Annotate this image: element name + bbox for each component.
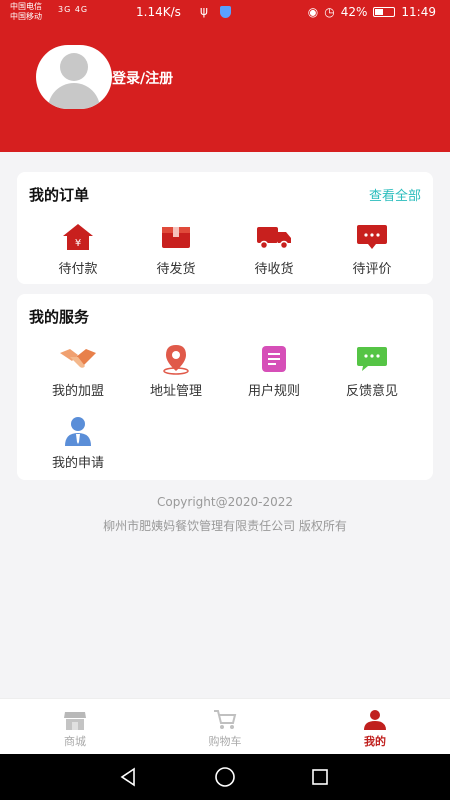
svg-text:¥: ¥ — [75, 238, 81, 249]
avatar-head — [60, 53, 88, 81]
system-nav-bar — [0, 754, 450, 800]
service-feedback[interactable]: 反馈意见 — [322, 342, 422, 399]
service-my-franchise[interactable]: 我的加盟 — [28, 342, 128, 399]
service-my-applications[interactable]: 我的申请 — [28, 414, 128, 471]
profile-header: 登录/注册 — [0, 26, 450, 152]
recents-square-icon — [312, 769, 328, 785]
order-pending-payment[interactable]: ¥ 待付款 — [28, 220, 128, 277]
network-type: 3G 4G — [58, 5, 89, 14]
orders-title: 我的订单 — [29, 186, 90, 204]
service-user-rules[interactable]: 用户规则 — [224, 342, 324, 399]
truck-icon — [257, 227, 291, 250]
package-icon — [162, 227, 190, 248]
tab-profile[interactable]: 我的 — [300, 699, 450, 755]
service-user-rules-label: 用户规则 — [247, 384, 300, 399]
order-pending-receipt-label: 待收货 — [254, 262, 294, 277]
shield-icon — [220, 6, 231, 18]
handshake-icon — [60, 349, 96, 368]
profile-icon — [364, 710, 386, 730]
user-icon — [65, 417, 91, 446]
company-text: 柳州市肥姨妈餐饮管理有限责任公司 版权所有 — [103, 519, 347, 533]
battery-percent: 42% — [340, 5, 368, 19]
copyright-text: Copyright@2020-2022 — [156, 495, 294, 509]
house-yen-icon: ¥ — [63, 224, 93, 250]
chat-bubble-icon — [357, 347, 387, 371]
carrier-2: 中国移动 — [10, 12, 42, 21]
login-register-link[interactable]: 登录/注册 — [112, 68, 173, 88]
view-all-orders-link[interactable]: 查看全部 — [369, 185, 421, 204]
order-pending-review[interactable]: 待评价 — [322, 220, 422, 277]
clock: 11:49 — [401, 5, 436, 19]
location-pin-icon — [163, 345, 189, 375]
cart-icon — [214, 710, 237, 729]
carrier-1: 中国电信 — [10, 2, 42, 11]
tab-store-label: 商城 — [64, 735, 86, 748]
service-my-franchise-label: 我的加盟 — [51, 384, 104, 399]
eye-icon: ◉ — [307, 5, 319, 19]
comment-icon — [357, 225, 387, 249]
battery-icon — [373, 7, 396, 17]
network-speed: 1.14K/s — [136, 5, 181, 19]
order-pending-review-label: 待评价 — [352, 262, 392, 277]
tab-cart[interactable]: 购物车 — [150, 699, 300, 755]
bottom-tab-bar: 商城 购物车 我的 — [0, 698, 450, 754]
service-address-management-label: 地址管理 — [149, 384, 202, 399]
tab-store[interactable]: 商城 — [0, 699, 150, 755]
service-my-applications-label: 我的申请 — [51, 456, 104, 471]
tab-cart-label: 购物车 — [208, 735, 242, 748]
service-feedback-label: 反馈意见 — [345, 384, 398, 399]
order-pending-shipment[interactable]: 待发货 — [126, 220, 226, 277]
services-title: 我的服务 — [29, 308, 90, 326]
status-right: ◉ ◷ 42% 11:49 — [308, 5, 436, 19]
carrier-info: 中国电信 中国移动 — [10, 2, 42, 22]
order-pending-shipment-label: 待发货 — [156, 262, 196, 277]
back-button[interactable] — [116, 765, 140, 789]
usb-icon: ψ — [200, 4, 208, 18]
alarm-icon: ◷ — [324, 5, 335, 19]
avatar[interactable] — [36, 45, 112, 109]
document-icon — [262, 346, 286, 372]
home-circle-icon — [215, 767, 235, 787]
home-button[interactable] — [213, 765, 237, 789]
services-card: 我的服务 我的加盟 地址管理 用户规则 反馈意见 我的申请 — [17, 294, 433, 480]
recents-button[interactable] — [308, 765, 332, 789]
store-icon — [64, 712, 86, 730]
status-bar: 中国电信 中国移动 3G 4G 1.14K/s ψ ◉ ◷ 42% 11:49 — [0, 0, 450, 26]
avatar-body — [48, 83, 100, 109]
order-pending-receipt[interactable]: 待收货 — [224, 220, 324, 277]
orders-card: 我的订单 查看全部 ¥ 待付款 待发货 待收货 待评价 — [17, 172, 433, 284]
service-address-management[interactable]: 地址管理 — [126, 342, 226, 399]
tab-profile-label: 我的 — [364, 735, 386, 748]
back-triangle-icon — [120, 767, 135, 787]
order-pending-payment-label: 待付款 — [58, 262, 98, 277]
